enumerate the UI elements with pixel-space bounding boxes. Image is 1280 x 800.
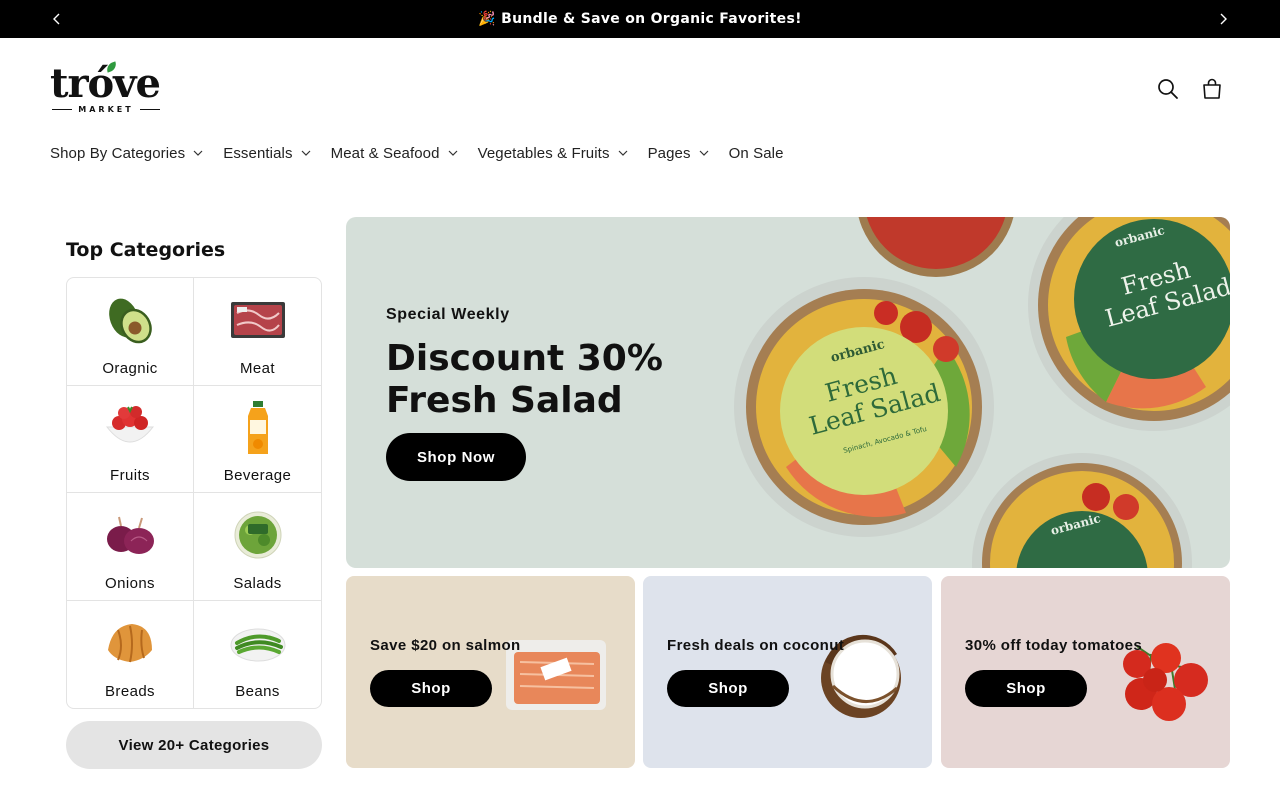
promo-card-tomatoes: 30% off today tomatoes Shop <box>941 576 1230 768</box>
nav-item-label: Pages <box>647 144 691 162</box>
main-nav: Shop By Categories Essentials Meat & Sea… <box>50 143 804 163</box>
nav-item-on-sale[interactable]: On Sale <box>729 145 784 162</box>
avocado-icon <box>100 290 160 350</box>
nav-item-pages[interactable]: Pages <box>648 145 709 162</box>
chevron-down-icon <box>301 150 311 156</box>
category-label: Onions <box>105 574 155 592</box>
cart-icon[interactable] <box>1199 76 1225 102</box>
promo-title: 30% off today tomatoes <box>965 637 1143 654</box>
onions-icon <box>100 505 160 565</box>
category-label: Fruits <box>110 467 150 484</box>
hero-headline-line1: Discount 30% <box>386 338 663 379</box>
nav-item-vegetables-fruits[interactable]: Vegetables & Fruits <box>478 145 628 162</box>
croissant-icon <box>100 613 160 673</box>
nav-item-label: Shop By Categories <box>50 144 186 162</box>
category-label: Oragnic <box>102 359 158 377</box>
chevron-left-icon[interactable] <box>47 9 67 29</box>
hero-pretitle: Special Weekly <box>386 306 510 323</box>
category-label: Beans <box>235 683 280 700</box>
category-beans[interactable]: Beans <box>194 601 321 709</box>
promo-title: Save $20 on salmon <box>370 637 521 654</box>
announcement-bar: 🎉 Bundle & Save on Organic Favorites! <box>0 0 1280 38</box>
category-beverage[interactable]: Beverage <box>194 386 321 493</box>
logo-subline: MARKET <box>52 105 160 114</box>
nav-item-label: On Sale <box>728 144 784 162</box>
category-label: Meat <box>240 359 275 377</box>
category-label: Breads <box>105 683 155 700</box>
category-meat[interactable]: Meat <box>194 278 321 386</box>
chevron-down-icon <box>193 150 203 156</box>
category-label: Beverage <box>223 467 292 484</box>
view-all-categories-button[interactable]: View 20+ Categories <box>66 721 322 769</box>
chevron-right-icon[interactable] <box>1213 9 1233 29</box>
top-categories-title: Top Categories <box>66 239 226 261</box>
search-icon[interactable] <box>1155 76 1181 102</box>
announcement-text: 🎉 Bundle & Save on Organic Favorites! <box>478 11 802 27</box>
promo-card-salmon: Save $20 on salmon Shop <box>346 576 635 768</box>
logo[interactable]: tróve MARKET <box>50 61 162 116</box>
salad-icon <box>228 505 288 565</box>
hero-banner: orbanic Fresh Leaf Salad Spinach, Avocad… <box>346 217 1230 568</box>
promo-shop-button[interactable]: Shop <box>370 670 492 707</box>
beans-icon <box>228 613 288 673</box>
logo-subtext: MARKET <box>78 105 134 114</box>
category-fruits[interactable]: Fruits <box>67 385 194 493</box>
nav-item-label: Vegetables & Fruits <box>477 144 610 162</box>
nav-item-meat-seafood[interactable]: Meat & Seafood <box>331 145 458 162</box>
chevron-down-icon <box>618 150 628 156</box>
category-salads[interactable]: Salads <box>194 493 321 601</box>
chevron-down-icon <box>699 150 709 156</box>
category-onions[interactable]: Onions <box>67 493 194 601</box>
promo-shop-button[interactable]: Shop <box>965 670 1087 707</box>
meat-icon <box>228 290 288 350</box>
category-grid: Oragnic Meat Fruits Beverage Onions Sala… <box>66 277 322 709</box>
shop-now-button[interactable]: Shop Now <box>386 433 526 481</box>
hero-headline: Discount 30% Fresh Salad <box>386 338 663 422</box>
juice-bottle-icon <box>228 398 288 458</box>
nav-item-essentials[interactable]: Essentials <box>223 144 311 162</box>
promo-title: Fresh deals on coconut <box>667 637 845 654</box>
strawberries-icon <box>100 398 160 458</box>
nav-item-label: Meat & Seafood <box>330 144 440 162</box>
chevron-down-icon <box>448 150 458 156</box>
nav-item-shop-by-categories[interactable]: Shop By Categories <box>50 145 203 162</box>
category-label: Salads <box>233 574 282 592</box>
hero-headline-line2: Fresh Salad <box>386 380 623 421</box>
nav-item-label: Essentials <box>223 144 293 162</box>
category-organic[interactable]: Oragnic <box>67 278 194 386</box>
promo-shop-button[interactable]: Shop <box>667 670 789 707</box>
promo-card-coconut: Fresh deals on coconut Shop <box>643 576 932 768</box>
category-breads[interactable]: Breads <box>67 600 194 708</box>
